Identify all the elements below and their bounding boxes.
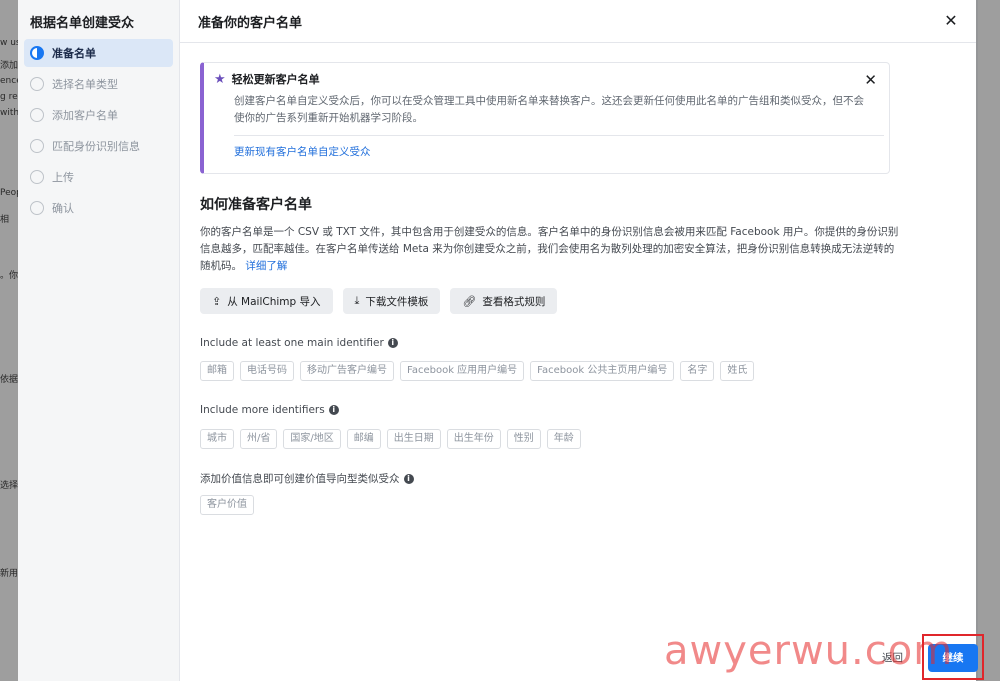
import-icon: ⇪ — [212, 294, 222, 308]
download-icon: ⤓ — [354, 294, 360, 307]
identifier-chip: 出生年份 — [446, 429, 501, 449]
step-label: 上传 — [52, 171, 74, 184]
main-identifier-text: Include at least one main identifier — [200, 337, 384, 349]
info-icon[interactable]: i — [387, 338, 398, 348]
mailchimp-import-label: 从 MailChimp 导入 — [227, 295, 321, 308]
identifier-chip: 姓氏 — [720, 361, 755, 381]
step-rail: 根据名单创建受众 准备名单选择名单类型 添加客户名单匹配身份识别信息 上传确认 — [18, 0, 180, 681]
notice-divider — [234, 135, 884, 136]
identifier-chip: 邮箱 — [200, 361, 234, 381]
create-audience-dialog: 根据名单创建受众 准备名单选择名单类型 添加客户名单匹配身份识别信息 上传确认 准备… — [18, 0, 984, 681]
identifier-chip: 出生日期 — [386, 429, 441, 449]
info-icon[interactable]: i — [403, 473, 414, 484]
step-label: 确认 — [52, 202, 74, 215]
format-rules-button[interactable]: 🔗︎ 查看格式规则 — [450, 288, 558, 314]
step-item[interactable]: 添加客户名单 — [24, 101, 173, 129]
identifier-chip: 邮编 — [346, 429, 381, 449]
header-divider — [180, 42, 976, 43]
section-description: 你的客户名单是一个 CSV 或 TXT 文件，其中包含用于创建受众的信息。客户名… — [200, 224, 900, 275]
notice-title: 轻松更新客户名单 — [231, 73, 320, 86]
close-icon[interactable]: ✕ — [942, 12, 960, 30]
identifier-chip: 城市 — [200, 429, 234, 449]
notice-body: 创建客户名单自定义受众后，你可以在受众管理工具中使用新名单来替换客户。这还会更新… — [234, 95, 864, 124]
update-audience-link[interactable]: 更新现有客户名单自定义受众 — [234, 144, 877, 159]
value-chips: 客户价值 — [200, 495, 254, 515]
step-item[interactable]: 上传 — [24, 163, 173, 191]
main-identifier-label: Include at least one main identifier i — [200, 337, 398, 349]
step-label: 选择名单类型 — [52, 78, 118, 91]
step-circle-icon — [30, 170, 44, 184]
download-template-label: 下载文件模板 — [365, 295, 429, 308]
description-text: 你的客户名单是一个 CSV 或 TXT 文件，其中包含用于创建受众的信息。客户名… — [200, 226, 899, 272]
step-circle-icon — [30, 201, 44, 215]
step-label: 添加客户名单 — [52, 109, 118, 122]
notice-close-icon[interactable]: ✕ — [864, 71, 877, 89]
value-info-label: 添加价值信息即可创建价值导向型类似受众 i — [200, 471, 414, 486]
identifier-chip: 电话号码 — [240, 361, 294, 381]
mailchimp-import-button[interactable]: ⇪ 从 MailChimp 导入 — [200, 288, 333, 314]
step-item[interactable]: 确认 — [24, 194, 173, 222]
identifier-chip: 国家/地区 — [283, 429, 341, 449]
identifier-chip: 名字 — [680, 361, 715, 381]
step-progress-icon — [30, 46, 44, 60]
action-buttons: ⇪ 从 MailChimp 导入 ⤓ 下载文件模板 🔗︎ 查看格式规则 — [200, 288, 558, 314]
step-item[interactable]: 匹配身份识别信息 — [24, 132, 173, 160]
page-title: 准备你的客户名单 — [198, 16, 303, 31]
update-list-notice: ★ 轻松更新客户名单 ✕ 创建客户名单自定义受众后，你可以在受众管理工具中使用新… — [200, 62, 890, 174]
step-label: 准备名单 — [52, 47, 96, 60]
main-identifier-chips: 邮箱 电话号码 移动广告客户编号 Facebook 应用用户编号 Facebook 公共… — [200, 361, 755, 381]
format-rules-label: 查看格式规则 — [482, 295, 546, 308]
step-circle-icon — [30, 77, 44, 91]
identifier-chip: 客户价值 — [200, 495, 254, 515]
identifier-chip: Facebook 公共主页用户编号 — [530, 361, 675, 381]
step-label: 匹配身份识别信息 — [52, 140, 140, 153]
rail-title: 根据名单创建受众 — [30, 16, 135, 31]
info-icon[interactable]: i — [328, 405, 339, 415]
identifier-chip: 年龄 — [546, 429, 581, 449]
identifier-chip: Facebook 应用用户编号 — [400, 361, 525, 381]
step-circle-icon — [30, 139, 44, 153]
identifier-chip: 性别 — [506, 429, 541, 449]
more-identifier-chips: 城市 州/省 国家/地区 邮编 出生日期 出生年份 性别 年龄 — [200, 429, 581, 449]
more-identifiers-text: Include more identifiers — [200, 404, 325, 416]
link-icon: 🔗︎ — [462, 294, 477, 308]
star-icon: ★ — [214, 71, 226, 87]
learn-more-link[interactable]: 详细了解 — [245, 260, 287, 272]
identifier-chip: 州/省 — [240, 429, 278, 449]
watermark: awyerwu.com — [664, 628, 954, 674]
download-template-button[interactable]: ⤓ 下载文件模板 — [342, 288, 441, 314]
step-circle-icon — [30, 108, 44, 122]
step-item[interactable]: 准备名单 — [24, 39, 173, 67]
main-panel: 准备你的客户名单 ✕ ★ 轻松更新客户名单 ✕ 创建客户名单自定义受众后，你可以… — [180, 0, 984, 681]
identifier-chip: 移动广告客户编号 — [300, 361, 394, 381]
more-identifiers-label: Include more identifiers i — [200, 404, 339, 416]
section-title: 如何准备客户名单 — [200, 197, 312, 213]
value-info-text: 添加价值信息即可创建价值导向型类似受众 — [200, 473, 400, 485]
step-item[interactable]: 选择名单类型 — [24, 70, 173, 98]
